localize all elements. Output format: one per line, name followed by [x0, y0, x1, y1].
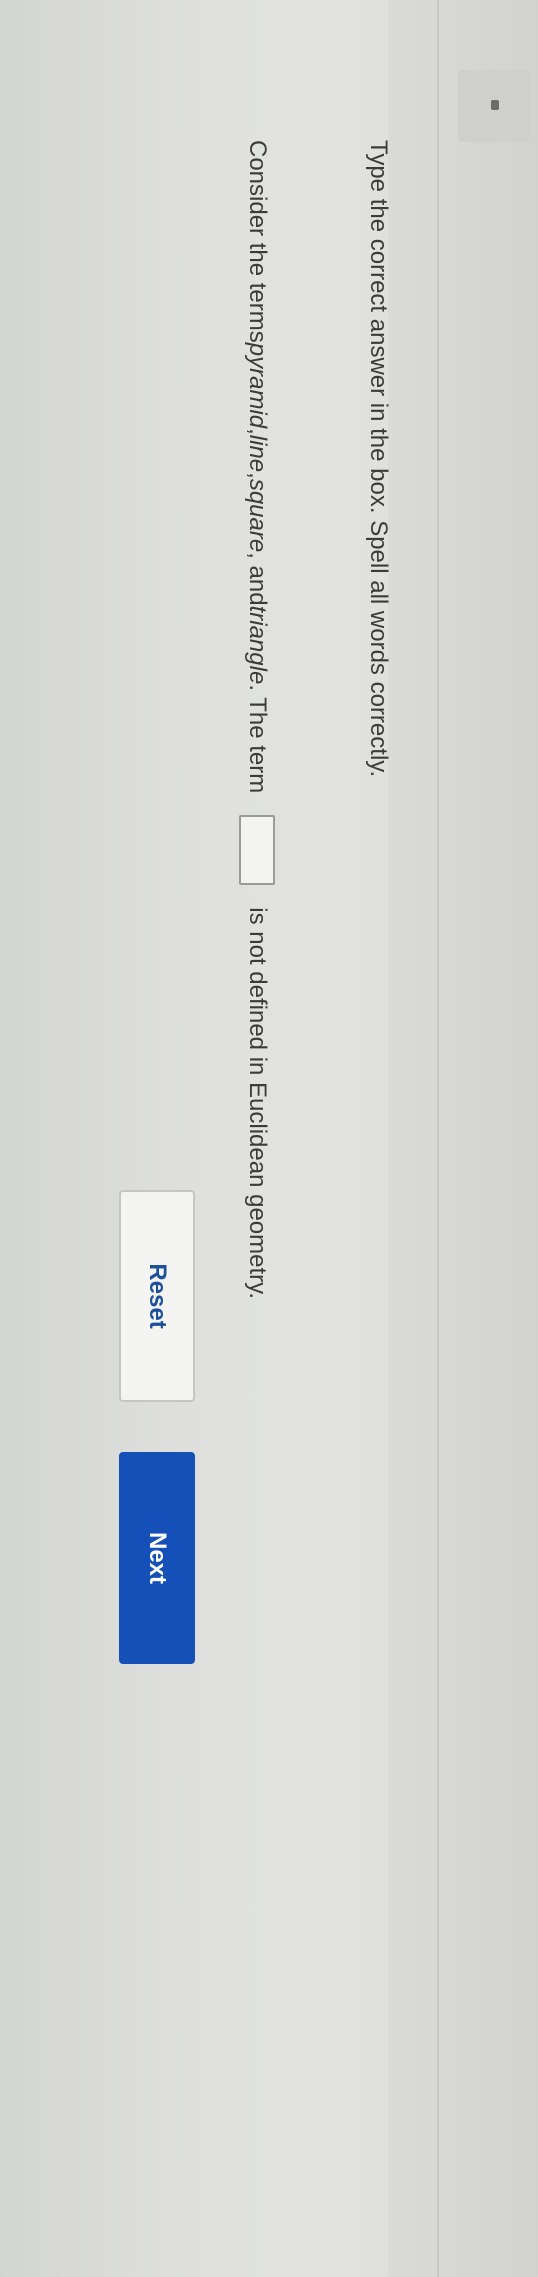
- question-text: Consider the terms pyramid, line, square…: [239, 140, 275, 1299]
- answer-input[interactable]: [239, 815, 275, 886]
- question-panel: Type the correct answer in the box. Spel…: [0, 0, 538, 2277]
- question-sep3: , and: [244, 552, 271, 606]
- term-pyramid: pyramid: [244, 342, 271, 429]
- term-triangle: triangle: [244, 605, 271, 685]
- question-sep2: ,: [244, 472, 271, 479]
- question-mid: . The term: [244, 684, 271, 794]
- question-suffix: is not defined in Euclidean geometry.: [244, 907, 271, 1300]
- question-prefix: Consider the terms: [244, 140, 271, 343]
- reset-button[interactable]: Reset: [119, 1190, 195, 1402]
- term-square: square: [244, 478, 271, 553]
- question-sep1: ,: [244, 428, 271, 435]
- action-buttons: Reset Next: [119, 1190, 195, 1664]
- next-button[interactable]: Next: [119, 1452, 195, 1664]
- instruction-text: Type the correct answer in the box. Spel…: [365, 140, 392, 778]
- term-line: line: [244, 434, 271, 473]
